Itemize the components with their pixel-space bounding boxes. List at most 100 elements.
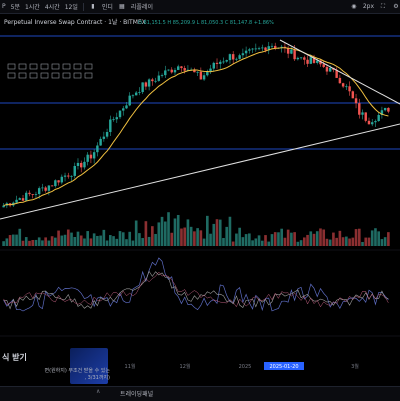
candle-body (147, 79, 151, 87)
volume-bar (248, 233, 251, 246)
volume-bar (57, 230, 60, 246)
timeframe-5m[interactable]: 5분 (11, 2, 20, 11)
candle-body (105, 132, 109, 137)
volume-bar (60, 235, 64, 246)
volume-bar (235, 233, 238, 246)
candle-body (170, 69, 173, 73)
candle-body (99, 138, 102, 146)
settings-icon[interactable]: ⚙ (392, 3, 400, 11)
volume-bar (341, 237, 345, 246)
volume-bar (367, 237, 371, 246)
volume-bar (273, 232, 277, 246)
trading-panel-tab[interactable]: 트레이딩패널 (120, 389, 153, 398)
volume-bar (63, 234, 67, 246)
candle-body (264, 47, 267, 51)
indicators-button[interactable]: 인디 (102, 2, 113, 11)
line-width-label[interactable]: 2px (363, 3, 374, 10)
volume-bar (351, 237, 355, 246)
candle-body (309, 57, 312, 64)
candles-icon[interactable]: ▮ (89, 3, 97, 11)
timeframe-4h[interactable]: 4시간 (45, 2, 60, 11)
timeframe-1h[interactable]: 1시간 (25, 2, 40, 11)
volume-bar (322, 229, 326, 246)
volume-bar (228, 216, 232, 246)
volume-bar (96, 235, 99, 246)
candle-body (235, 58, 238, 60)
candle-body (102, 136, 106, 139)
candle-body (92, 152, 96, 159)
symbol-initial[interactable]: P (2, 3, 6, 10)
replay-button[interactable]: 리플레이 (131, 2, 153, 11)
volume-bar (212, 223, 216, 246)
camera-icon[interactable]: ◉ (350, 3, 358, 11)
candle-body (60, 176, 64, 183)
volume-bar (361, 241, 364, 246)
volume-bar (105, 240, 109, 246)
candle-body (293, 49, 296, 60)
candle-body (377, 114, 380, 122)
fullscreen-icon[interactable]: ⛶ (379, 3, 387, 11)
layout-icon[interactable]: ▦ (118, 3, 126, 11)
volume-bar (125, 239, 128, 246)
candle-body (122, 108, 125, 111)
x-axis-highlight-label: 2025-01-20 (269, 364, 298, 370)
volume-bar (50, 236, 54, 246)
candle-body (112, 119, 115, 121)
promo-title: 식 받기 (2, 353, 27, 362)
price-chart[interactable]: Perpetual Inverse Swap Contract · 1날 · B… (0, 14, 400, 386)
volume-bar (345, 236, 348, 246)
volume-bar (374, 228, 377, 246)
candle-body (25, 192, 28, 201)
volume-bar (24, 237, 28, 246)
candle-body (138, 92, 141, 93)
volume-bar (241, 237, 245, 246)
candle-body (328, 67, 332, 72)
volume-bar (354, 229, 358, 246)
candle-body (358, 103, 361, 115)
candle-body (115, 117, 118, 120)
volume-bar (380, 239, 384, 246)
candle-body (177, 66, 180, 70)
volume-bar (260, 240, 264, 246)
candle-body (83, 161, 86, 168)
candle-body (47, 185, 51, 191)
candle-body (254, 48, 258, 50)
volume-bar (286, 229, 290, 246)
volume-bar (173, 218, 177, 246)
volume-bar (370, 230, 374, 246)
candle-body (73, 165, 76, 176)
candle-body (125, 105, 128, 109)
candle-body (261, 47, 264, 49)
candle-body (50, 185, 54, 187)
volume-bar (325, 238, 329, 246)
candle-body (212, 62, 215, 69)
candle-body (374, 121, 377, 123)
x-axis-tick-label: 12월 (180, 363, 191, 370)
volume-bar (170, 232, 174, 246)
candle-body (164, 70, 167, 76)
candle-body (118, 110, 122, 118)
candle-body (222, 61, 225, 63)
candle-body (225, 60, 228, 62)
volume-bar (209, 233, 212, 246)
volume-bar (34, 239, 38, 246)
volume-bar (254, 238, 258, 246)
volume-bar (283, 237, 287, 246)
volume-bar (293, 232, 296, 246)
candle-body (96, 145, 99, 153)
candle-body (21, 198, 25, 201)
candle-body (231, 54, 235, 60)
candle-body (364, 112, 367, 121)
timeframe-12d[interactable]: 12일 (65, 2, 78, 11)
volume-bar (92, 233, 96, 246)
chevron-up-icon[interactable]: ∧ (96, 388, 100, 395)
candle-body (37, 188, 41, 195)
candle-body (286, 47, 290, 54)
volume-bar (183, 227, 186, 246)
volume-bar (83, 238, 86, 246)
bottom-panel-bar (0, 386, 400, 401)
candle-body (34, 194, 38, 195)
candle-body (15, 199, 18, 203)
volume-bar (348, 238, 351, 246)
volume-bar (306, 234, 309, 246)
